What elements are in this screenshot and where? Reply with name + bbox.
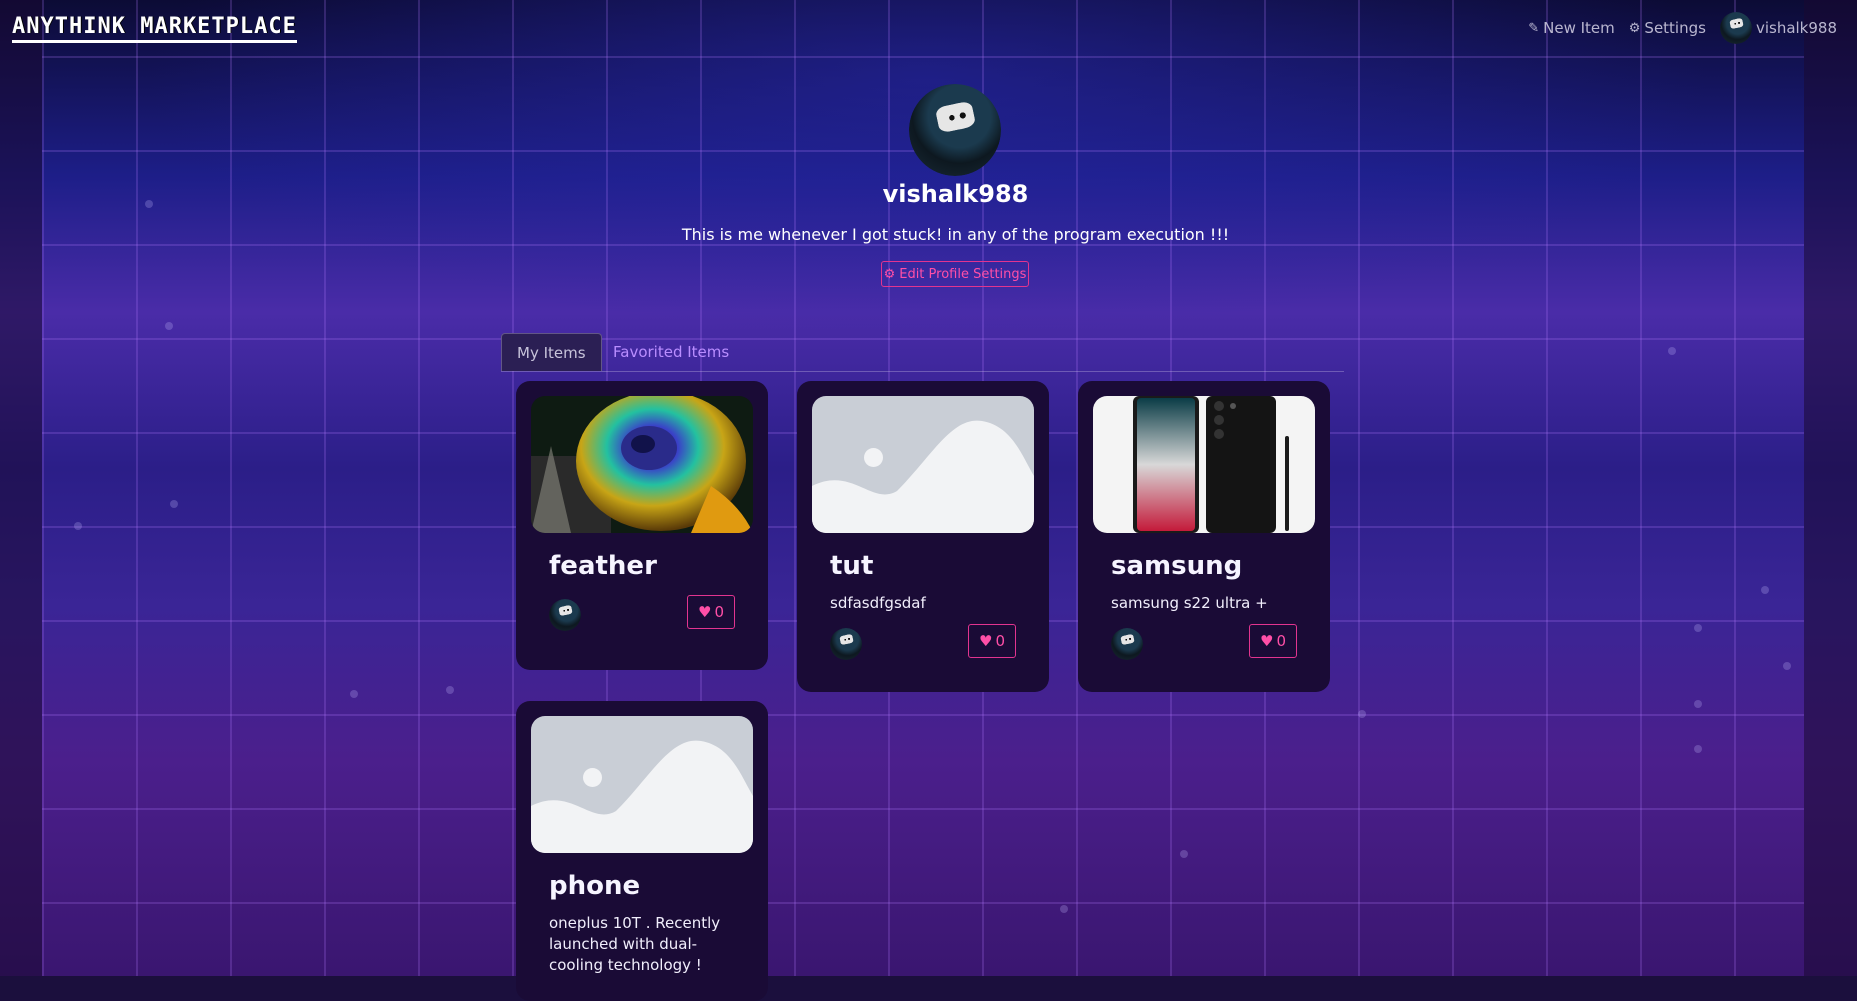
brand-logo[interactable]: ANYTHINK MARKETPLACE — [12, 14, 297, 43]
item-image — [531, 396, 753, 533]
favorite-button[interactable]: ♥ 0 — [1249, 624, 1297, 658]
favorite-button[interactable]: ♥ 0 — [968, 624, 1016, 658]
gear-icon: ⚙ — [1628, 20, 1641, 36]
left-gutter — [0, 0, 42, 976]
nav-username: vishalk988 — [1755, 19, 1837, 37]
avatar — [1719, 12, 1752, 44]
edit-icon: ✎ — [1528, 20, 1540, 36]
item-footer: ♥ 0 — [1093, 624, 1315, 664]
favorite-count: 0 — [1276, 632, 1286, 650]
avatar[interactable] — [1111, 628, 1143, 660]
heart-icon: ♥ — [1260, 632, 1274, 650]
avatar[interactable] — [549, 599, 581, 631]
nav-settings[interactable]: ⚙ Settings — [1629, 19, 1706, 37]
heart-icon: ♥ — [979, 632, 993, 650]
item-image — [1093, 396, 1315, 533]
item-title[interactable]: tut — [830, 551, 1034, 581]
item-description: sdfasdfgsdaf — [830, 594, 926, 612]
profile-tabs: My Items Favorited Items — [501, 333, 1344, 372]
item-title[interactable]: feather — [549, 551, 753, 581]
item-footer: ♥ 0 — [531, 595, 753, 635]
edit-profile-button[interactable]: ⚙ Edit Profile Settings — [881, 261, 1029, 287]
item-image-placeholder — [812, 396, 1034, 533]
tab-my-items[interactable]: My Items — [501, 333, 602, 371]
item-title[interactable]: samsung — [1111, 551, 1315, 581]
edit-profile-label: Edit Profile Settings — [899, 266, 1027, 282]
heart-icon: ♥ — [698, 603, 712, 621]
item-image-placeholder — [531, 716, 753, 853]
gear-icon: ⚙ — [883, 266, 896, 282]
favorite-count: 0 — [714, 603, 724, 621]
nav-new-item[interactable]: ✎ New Item — [1528, 19, 1615, 37]
favorite-button[interactable]: ♥ 0 — [687, 595, 735, 629]
item-card[interactable]: phone oneplus 10T . Recently launched wi… — [516, 701, 768, 1001]
item-description: samsung s22 ultra + — [1111, 594, 1268, 612]
item-title[interactable]: phone — [549, 871, 753, 901]
item-card[interactable]: samsung samsung s22 ultra + ♥ 0 — [1078, 381, 1330, 692]
tab-favorited-items[interactable]: Favorited Items — [598, 333, 744, 371]
nav-profile[interactable]: vishalk988 — [1719, 12, 1837, 44]
nav-new-item-label: New Item — [1543, 19, 1615, 37]
top-nav: ✎ New Item ⚙ Settings vishalk988 — [1528, 12, 1837, 44]
profile-avatar — [909, 84, 1001, 176]
favorite-count: 0 — [995, 632, 1005, 650]
avatar[interactable] — [830, 628, 862, 660]
item-description: oneplus 10T . Recently launched with dua… — [549, 914, 721, 974]
item-footer: ♥ 0 — [812, 624, 1034, 664]
profile-bio: This is me whenever I got stuck! in any … — [681, 225, 1230, 244]
item-card[interactable]: feather ♥ 0 — [516, 381, 768, 670]
profile-username: vishalk988 — [882, 180, 1029, 208]
right-gutter — [1804, 0, 1857, 976]
nav-settings-label: Settings — [1644, 19, 1706, 37]
item-card[interactable]: tut sdfasdfgsdaf ♥ 0 — [797, 381, 1049, 692]
